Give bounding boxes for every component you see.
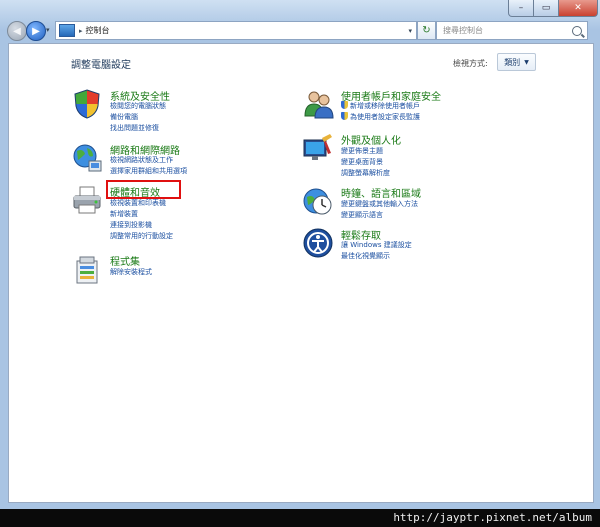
link-change-theme[interactable]: 變更佈景主題	[341, 146, 383, 156]
back-button[interactable]: ◀	[7, 21, 27, 41]
watermark-bar: http://jayptr.pixnet.net/album	[0, 509, 600, 527]
accessibility-icon	[303, 228, 333, 258]
navigation-bar: ◀ ▶ ▾ ▸ 控制台 ▾ ↻ 搜尋控制台	[0, 18, 600, 42]
link-network-status[interactable]: 檢視網路狀態及工作	[110, 155, 173, 165]
link-troubleshoot[interactable]: 找出問題並修復	[110, 123, 159, 133]
link-display-language[interactable]: 變更顯示語言	[341, 210, 383, 220]
uac-shield-icon	[341, 112, 348, 120]
window-frame: – ▭ ✕ ◀ ▶ ▾ ▸ 控制台 ▾ ↻ 搜尋控制台 調整電腦設定 檢視方式:…	[0, 0, 600, 509]
watermark-text: http://jayptr.pixnet.net/album	[393, 511, 592, 524]
close-button[interactable]: ✕	[558, 0, 598, 17]
maximize-button[interactable]: ▭	[533, 0, 559, 17]
link-devices-printers[interactable]: 檢視裝置和印表機	[110, 198, 166, 208]
network-globe-icon	[73, 144, 102, 172]
programs-icon	[76, 256, 98, 284]
breadcrumb-separator-icon[interactable]: ▸	[79, 27, 83, 35]
link-add-remove-users[interactable]: 新增或移除使用者帳戶	[341, 101, 420, 111]
link-mobility-settings[interactable]: 調整常用的行動設定	[110, 231, 173, 241]
uac-shield-icon	[341, 101, 348, 109]
link-windows-suggest[interactable]: 讓 Windows 建議設定	[341, 240, 412, 250]
link-text[interactable]: 為使用者設定家長監護	[350, 113, 420, 121]
control-panel-content: 調整電腦設定 檢視方式: 類別 ▼ 系統及安全性 檢閱您的電腦狀態 備份電腦 找…	[8, 43, 594, 503]
link-uninstall-program[interactable]: 解除安裝程式	[110, 267, 152, 277]
minimize-button[interactable]: –	[508, 0, 534, 17]
view-by-label: 檢視方式:	[453, 59, 488, 68]
link-parental-controls[interactable]: 為使用者設定家長監護	[341, 112, 420, 122]
link-connect-projector[interactable]: 連接到投影機	[110, 220, 152, 230]
link-text[interactable]: 新增或移除使用者帳戶	[350, 102, 420, 110]
refresh-button[interactable]: ↻	[417, 21, 436, 40]
address-bar[interactable]: ▸ 控制台 ▾	[55, 21, 417, 40]
category-title[interactable]: 外觀及個人化	[341, 132, 401, 147]
view-by-value: 類別	[504, 57, 521, 67]
dropdown-arrow-icon: ▼	[524, 58, 529, 66]
clock-globe-icon	[303, 188, 332, 215]
link-homegroup[interactable]: 選擇家用群組和共用選項	[110, 166, 187, 176]
printer-icon	[73, 186, 101, 214]
shield-icon	[74, 89, 100, 119]
link-review-status[interactable]: 檢閱您的電腦狀態	[110, 101, 166, 111]
link-screen-resolution[interactable]: 調整螢幕解析度	[341, 168, 390, 178]
link-optimize-display[interactable]: 最佳化視覺顯示	[341, 251, 390, 261]
link-desktop-background[interactable]: 變更桌面背景	[341, 157, 383, 167]
search-icon[interactable]	[572, 25, 582, 36]
page-title: 調整電腦設定	[71, 60, 131, 71]
control-panel-icon	[59, 24, 75, 37]
view-by-dropdown[interactable]: 類別 ▼	[497, 53, 536, 71]
breadcrumb-control-panel[interactable]: 控制台	[86, 25, 110, 36]
link-keyboard-input[interactable]: 變更鍵盤或其他輸入方法	[341, 199, 418, 209]
search-box[interactable]: 搜尋控制台	[436, 21, 588, 40]
recent-pages-dropdown[interactable]: ▾	[46, 26, 50, 34]
highlight-box	[106, 180, 181, 199]
category-title[interactable]: 時鐘、語言和區域	[341, 185, 421, 200]
forward-button[interactable]: ▶	[26, 21, 46, 41]
link-add-device[interactable]: 新增裝置	[110, 209, 138, 219]
search-input[interactable]: 搜尋控制台	[443, 25, 483, 36]
category-title[interactable]: 程式集	[110, 253, 140, 268]
users-icon	[304, 91, 334, 119]
title-bar: – ▭ ✕	[0, 0, 600, 18]
monitor-paint-icon	[303, 134, 332, 160]
link-backup[interactable]: 備份電腦	[110, 112, 138, 122]
address-dropdown-icon[interactable]: ▾	[408, 27, 412, 35]
